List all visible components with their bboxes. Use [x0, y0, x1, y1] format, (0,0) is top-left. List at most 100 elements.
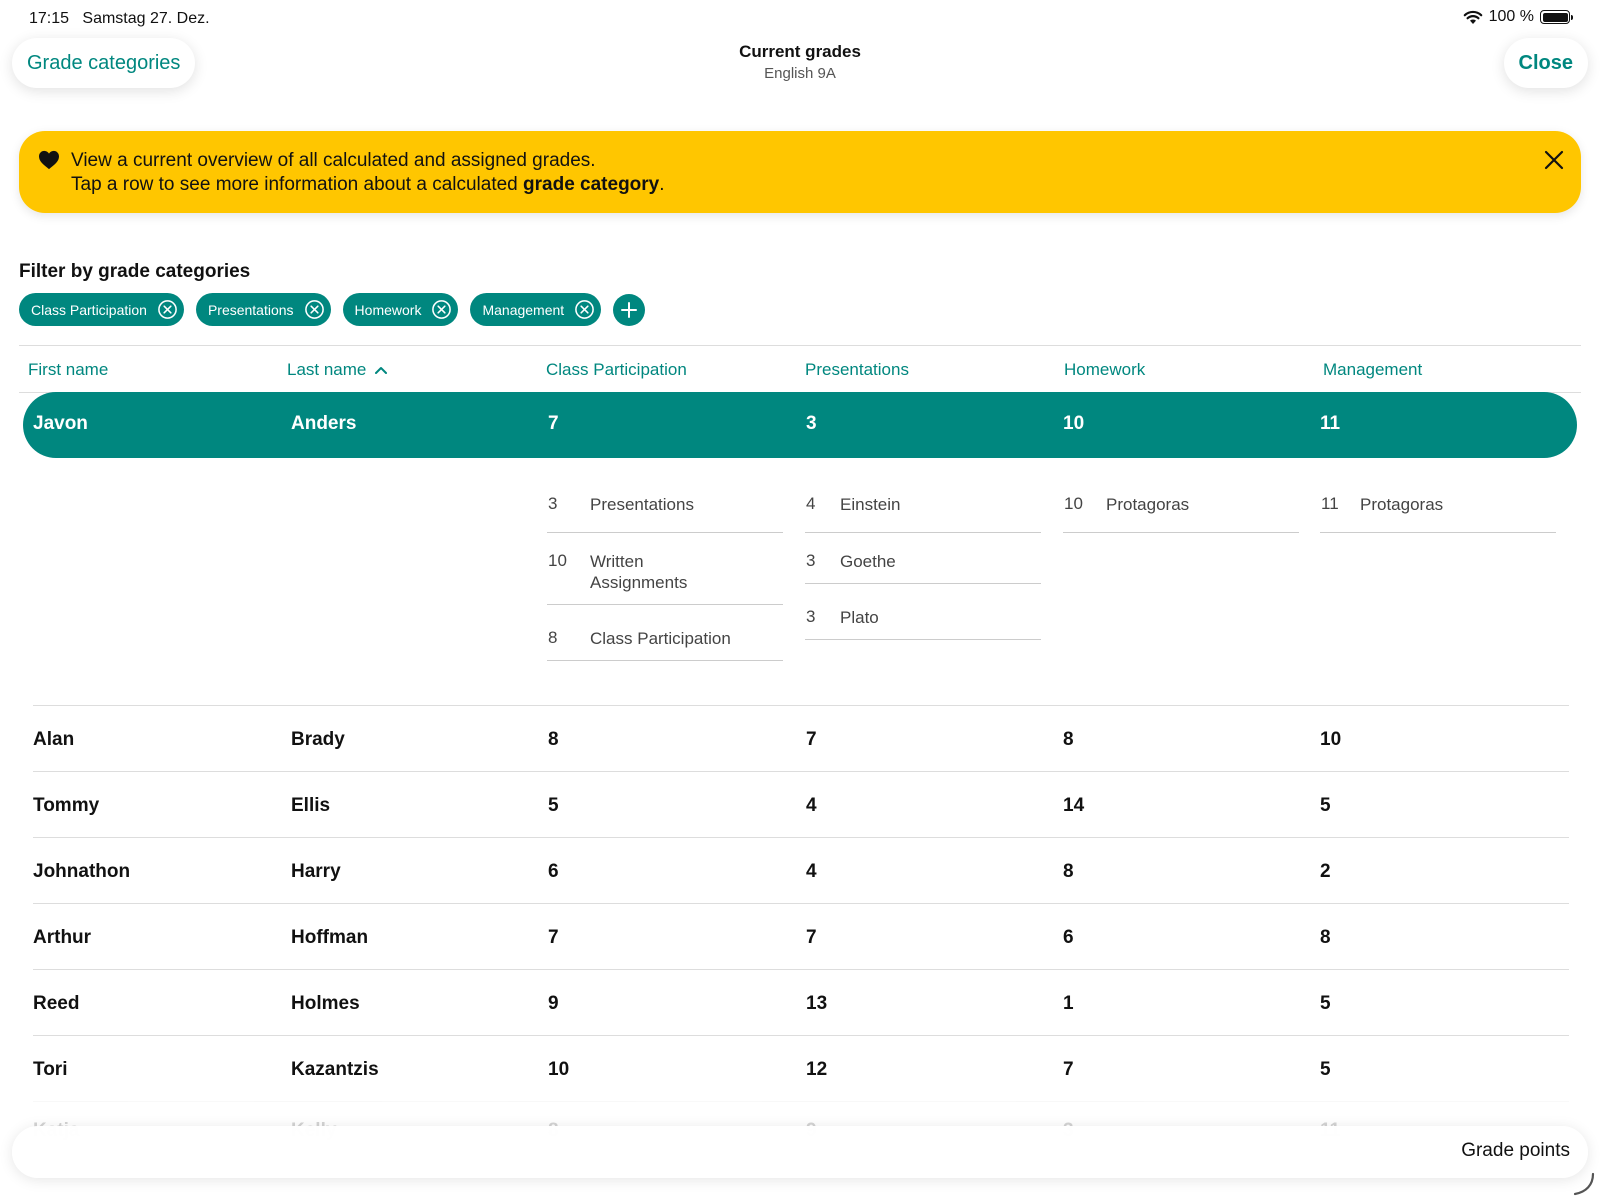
status-bar: 17:15 Samstag 27. Dez. 100 % [0, 0, 1600, 36]
cell-first-name: Reed [33, 993, 80, 1014]
cell-homework: 8 [1063, 729, 1074, 750]
cell-presentations: 7 [806, 927, 817, 948]
cell-first-name: Johnathon [33, 861, 131, 882]
filter-chips: Class Participation Presentations Homewo… [19, 293, 646, 326]
header-management[interactable]: Management [1323, 360, 1422, 380]
cell-first-name: Arthur [33, 927, 92, 948]
detail-item: 8 Class Participation [547, 628, 783, 661]
cell-presentations: 7 [806, 729, 817, 750]
cell-first-name: Tommy [33, 795, 100, 816]
banner-line-1: View a current overview of all calculate… [71, 150, 596, 171]
cell-homework: 10 [1063, 413, 1085, 434]
remove-chip-icon[interactable] [304, 299, 325, 320]
chip-management[interactable]: Management [470, 293, 602, 326]
cell-last-name: Holmes [291, 993, 360, 1014]
cell-homework: 8 [1063, 861, 1074, 882]
cell-management: 5 [1320, 795, 1331, 816]
cell-management: 5 [1320, 1059, 1331, 1080]
chip-label: Presentations [207, 301, 294, 318]
cell-class-participation: 5 [548, 795, 559, 816]
cell-presentations: 4 [806, 795, 817, 816]
cell-last-name: Harry [291, 861, 341, 882]
table-row[interactable]: Johnathon Harry 6 4 8 2 [33, 837, 1569, 903]
cell-class-participation: 7 [548, 927, 559, 948]
cell-presentations: 3 [806, 413, 817, 434]
cell-presentations: 12 [806, 1059, 828, 1080]
cell-management: 8 [1320, 927, 1331, 948]
add-category-button[interactable] [613, 293, 646, 326]
cell-management: 5 [1320, 993, 1331, 1014]
cell-class-participation: 9 [548, 993, 559, 1014]
close-button[interactable]: Close [1503, 38, 1588, 88]
page-title: Current grades [739, 42, 861, 61]
status-right: 100 % [1463, 8, 1573, 26]
remove-chip-icon[interactable] [157, 299, 178, 320]
table-row[interactable]: Alan Brady 8 7 8 10 [33, 705, 1569, 771]
grade-points-button[interactable]: Grade points [1461, 1140, 1570, 1162]
cell-management: 11 [1320, 413, 1341, 434]
cell-last-name: Hoffman [291, 927, 369, 948]
header-last-name[interactable]: Last name [287, 360, 388, 380]
cell-first-name: Tori [33, 1059, 68, 1080]
chip-presentations[interactable]: Presentations [195, 293, 331, 326]
chip-label: Class Participation [31, 301, 147, 318]
close-banner-icon[interactable] [1543, 149, 1565, 171]
table-header: First name Last name Class Participation… [19, 345, 1581, 393]
header-presentations[interactable]: Presentations [805, 360, 909, 380]
header-class-participation[interactable]: Class Participation [546, 360, 687, 380]
chip-class-participation[interactable]: Class Participation [19, 293, 184, 326]
cell-homework: 14 [1063, 795, 1085, 816]
plus-icon [621, 301, 638, 318]
cell-class-participation: 8 [548, 729, 559, 750]
banner-line-2: Tap a row to see more information about … [71, 174, 665, 195]
cell-class-participation: 6 [548, 861, 559, 882]
cell-last-name: Kazantzis [291, 1059, 379, 1080]
status-time: 17:15 Samstag 27. Dez. [29, 10, 210, 27]
banner-bold-term: grade category [523, 174, 660, 195]
cell-first-name: Javon [33, 413, 88, 434]
cell-homework: 6 [1063, 927, 1074, 948]
detail-item: 3 Plato [805, 607, 1041, 640]
cell-presentations: 4 [806, 861, 817, 882]
cell-last-name: Anders [291, 413, 357, 434]
header-first-name[interactable]: First name [28, 360, 108, 380]
chip-homework[interactable]: Homework [342, 293, 459, 326]
selected-row[interactable]: Javon Anders 7 3 10 11 [23, 392, 1577, 458]
cell-class-participation: 7 [548, 413, 559, 434]
table-row[interactable]: Tori Kazantzis 10 12 7 5 [33, 1035, 1569, 1101]
banner-text: View a current overview of all calculate… [71, 149, 665, 197]
resize-handle-icon[interactable] [1569, 1170, 1595, 1196]
detail-item: 3 Goethe [805, 551, 1041, 584]
page-subtitle: English 9A [764, 65, 836, 82]
cell-class-participation: 10 [548, 1059, 570, 1080]
cell-last-name: Brady [291, 729, 345, 750]
battery-percent: 100 % [1488, 8, 1534, 25]
table-row[interactable]: Tommy Ellis 5 4 14 5 [33, 771, 1569, 837]
cell-first-name: Alan [33, 729, 75, 750]
table-row[interactable]: Arthur Hoffman 7 7 6 8 [33, 903, 1569, 969]
detail-item: 4 Einstein [805, 494, 1041, 533]
cell-homework: 1 [1063, 993, 1074, 1014]
sort-ascending-icon [375, 367, 388, 374]
battery-icon [1540, 10, 1573, 24]
table-row[interactable]: Reed Holmes 9 13 1 5 [33, 969, 1569, 1035]
cell-homework: 7 [1063, 1059, 1074, 1080]
detail-item: 10 Protagoras [1063, 494, 1299, 533]
nav-title: Current grades English 9A [0, 42, 1600, 82]
cell-presentations: 13 [806, 993, 828, 1014]
info-banner: View a current overview of all calculate… [19, 131, 1581, 213]
remove-chip-icon[interactable] [574, 299, 595, 320]
bottom-toolbar: Grade points [12, 1126, 1588, 1178]
chip-label: Management [482, 301, 565, 318]
remove-chip-icon[interactable] [431, 299, 452, 320]
detail-item: 10 Written Assignments [547, 551, 783, 605]
header-homework[interactable]: Homework [1064, 360, 1145, 380]
cell-management: 10 [1320, 729, 1342, 750]
filter-title: Filter by grade categories [19, 261, 251, 282]
cell-last-name: Ellis [291, 795, 331, 816]
wifi-icon [1463, 10, 1482, 24]
detail-item: 11 Protagoras [1320, 494, 1556, 533]
cell-management: 2 [1320, 861, 1331, 882]
chip-label: Homework [354, 301, 422, 318]
heart-icon [39, 150, 59, 170]
